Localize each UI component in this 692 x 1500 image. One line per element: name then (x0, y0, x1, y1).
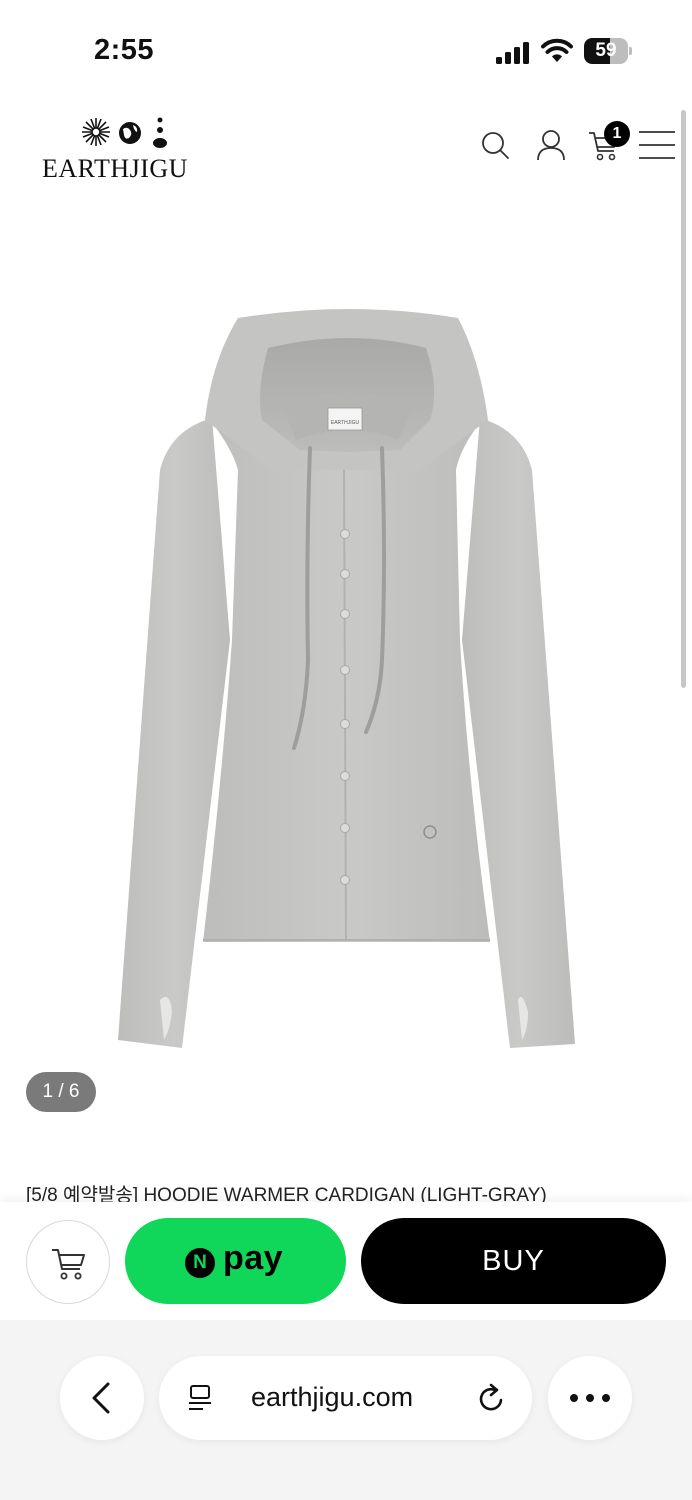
garment-label: EARTHJIGU (331, 420, 360, 426)
reload-icon[interactable] (477, 1382, 507, 1414)
user-icon[interactable] (536, 129, 566, 161)
back-button[interactable] (60, 1356, 144, 1440)
status-time: 2:55 (94, 34, 155, 66)
site-header: EARTHJIGU 1 (0, 100, 692, 200)
battery-level: 59 (595, 40, 617, 61)
wifi-icon (541, 38, 573, 62)
product-image[interactable]: EARTHJIGU (0, 200, 692, 1120)
browser-toolbar: earthjigu.com (0, 1320, 692, 1500)
purchase-action-bar: N pay BUY (0, 1202, 692, 1320)
cellular-signal-icon (496, 42, 529, 64)
address-bar[interactable]: earthjigu.com (159, 1356, 532, 1440)
search-icon[interactable] (480, 130, 510, 160)
battery-icon: 59 (584, 38, 632, 64)
chevron-left-icon (92, 1382, 110, 1414)
npay-button[interactable]: N pay (125, 1218, 346, 1304)
logo-symbols-icon (82, 117, 167, 148)
cart-count-badge: 1 (604, 121, 630, 147)
status-bar: 2:55 59 (0, 0, 692, 100)
image-counter: 1 / 6 (26, 1072, 96, 1112)
cardigan-illustration: EARTHJIGU (118, 309, 575, 1048)
cart-icon (52, 1249, 85, 1280)
npay-label: pay (223, 1239, 284, 1277)
add-to-cart-button[interactable] (26, 1220, 110, 1304)
naver-n-icon: N (185, 1248, 215, 1278)
menu-icon[interactable] (638, 130, 676, 160)
more-dots-icon (570, 1394, 610, 1402)
brand-name: EARTHJIGU (42, 154, 188, 183)
more-options-button[interactable] (548, 1356, 632, 1440)
page-menu-icon (189, 1385, 211, 1410)
brand-logo[interactable]: EARTHJIGU (42, 116, 202, 183)
url-text: earthjigu.com (251, 1382, 414, 1412)
buy-button[interactable]: BUY (361, 1218, 666, 1304)
